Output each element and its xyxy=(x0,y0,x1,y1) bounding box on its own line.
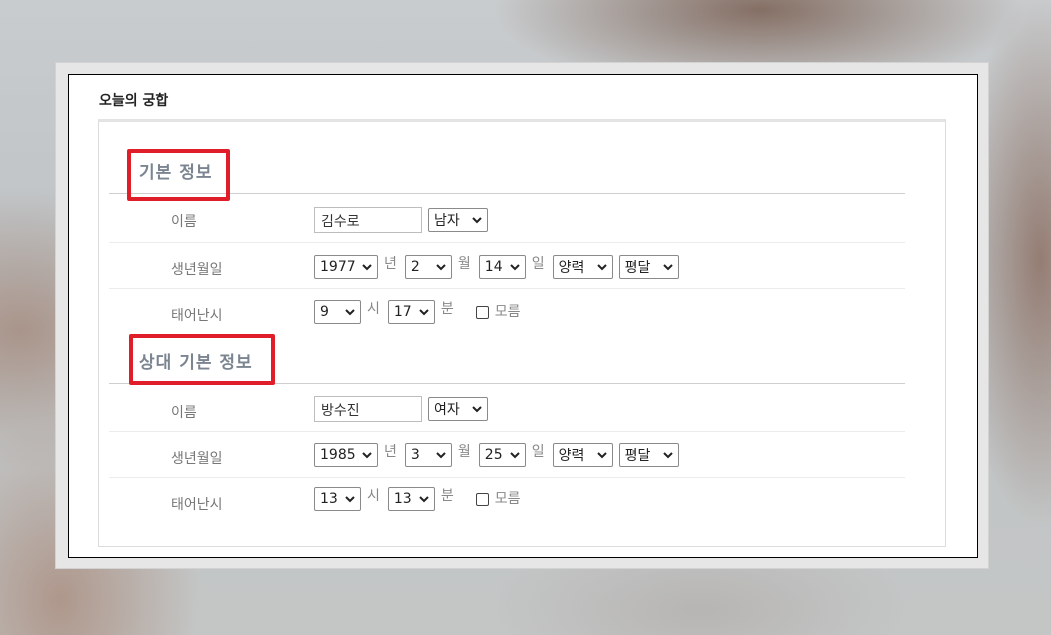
name-label: 이름 xyxy=(171,405,197,421)
chevron-down-icon xyxy=(596,452,607,459)
chevron-down-icon xyxy=(472,217,482,224)
partner-birthdate-row: 생년월일 1985 년 3 월 25 일 양력 평달 xyxy=(109,432,905,478)
year-select[interactable]: 1977 xyxy=(314,255,378,279)
partner-name-input[interactable]: 방수진 xyxy=(314,396,422,422)
day-select[interactable]: 14 xyxy=(478,255,526,279)
birthdate-label: 생년월일 xyxy=(171,262,223,278)
partner-gender-select[interactable]: 여자 xyxy=(428,397,488,421)
highlight-box xyxy=(129,334,275,385)
calendar-value: 양력 xyxy=(558,448,585,464)
my-name-row: 이름 김수로 남자 xyxy=(109,197,905,243)
partner-leap-month-select[interactable]: 평달 xyxy=(618,443,679,467)
partner-calendar-type-select[interactable]: 양력 xyxy=(552,443,613,467)
leap-value: 평달 xyxy=(624,448,651,464)
hour-unit: 시 xyxy=(367,488,380,504)
partner-birthtime-row: 태어난시 13 시 13 분 모름 xyxy=(109,478,905,524)
month-unit: 월 xyxy=(457,444,471,460)
unknown-time-label[interactable]: 모름 xyxy=(495,301,521,321)
year-value: 1977 xyxy=(320,259,356,275)
minute-value: 17 xyxy=(393,304,412,320)
chevron-down-icon xyxy=(419,496,429,503)
day-value: 14 xyxy=(484,259,503,275)
year-unit: 년 xyxy=(384,444,397,460)
month-unit: 월 xyxy=(457,256,471,272)
minute-unit: 분 xyxy=(440,488,454,504)
day-unit: 일 xyxy=(531,256,545,272)
chevron-down-icon xyxy=(345,496,355,503)
year-unit: 년 xyxy=(384,256,397,272)
partner-name-row: 이름 방수진 여자 xyxy=(109,386,905,432)
name-input[interactable]: 김수로 xyxy=(314,207,422,233)
partner-day-select[interactable]: 25 xyxy=(478,443,526,467)
chevron-down-icon xyxy=(510,264,520,271)
compatibility-panel: 오늘의 궁합 기본 정보 이름 김수로 남자 생년월일 1977 년 2 월 1… xyxy=(68,74,978,558)
month-value: 2 xyxy=(410,259,420,275)
month-select[interactable]: 2 xyxy=(404,255,452,279)
chevron-down-icon xyxy=(345,309,355,316)
chevron-down-icon xyxy=(362,264,372,271)
birthtime-label: 태어난시 xyxy=(171,308,223,324)
calendar-type-select[interactable]: 양력 xyxy=(552,255,613,279)
chevron-down-icon xyxy=(662,452,673,459)
hour-unit: 시 xyxy=(367,301,380,317)
unknown-time-checkbox[interactable] xyxy=(475,305,489,319)
year-value: 1985 xyxy=(320,447,356,463)
partner-month-select[interactable]: 3 xyxy=(404,443,452,467)
hour-value: 13 xyxy=(320,491,338,507)
month-value: 3 xyxy=(410,447,420,463)
day-value: 25 xyxy=(484,447,503,463)
gender-select[interactable]: 남자 xyxy=(428,208,488,232)
chevron-down-icon xyxy=(436,452,446,459)
unknown-time-label[interactable]: 모름 xyxy=(495,488,521,508)
partner-hour-select[interactable]: 13 xyxy=(314,487,361,511)
chevron-down-icon xyxy=(472,406,482,413)
hour-value: 9 xyxy=(320,304,329,320)
chevron-down-icon xyxy=(436,264,446,271)
chevron-down-icon xyxy=(419,309,429,316)
minute-value: 13 xyxy=(393,491,412,507)
partner-year-select[interactable]: 1985 xyxy=(314,443,378,467)
gender-value: 남자 xyxy=(434,213,460,229)
birthtime-label: 태어난시 xyxy=(171,497,223,513)
my-birthdate-row: 생년월일 1977 년 2 월 14 일 양력 평달 xyxy=(109,243,905,289)
minute-select[interactable]: 17 xyxy=(387,300,435,324)
name-label: 이름 xyxy=(171,214,197,230)
leap-month-select[interactable]: 평달 xyxy=(618,255,679,279)
highlight-box xyxy=(127,149,230,201)
partner-unknown-time-checkbox[interactable] xyxy=(475,492,489,506)
panel-title: 오늘의 궁합 xyxy=(99,93,169,109)
minute-unit: 분 xyxy=(440,301,454,317)
form-box: 기본 정보 이름 김수로 남자 생년월일 1977 년 2 월 14 일 양력 … xyxy=(98,119,946,547)
calendar-value: 양력 xyxy=(558,260,585,276)
partner-minute-select[interactable]: 13 xyxy=(387,487,435,511)
chevron-down-icon xyxy=(362,452,372,459)
hour-select[interactable]: 9 xyxy=(314,300,361,324)
chevron-down-icon xyxy=(662,264,673,271)
chevron-down-icon xyxy=(596,264,607,271)
chevron-down-icon xyxy=(510,452,520,459)
outer-frame: 오늘의 궁합 기본 정보 이름 김수로 남자 생년월일 1977 년 2 월 1… xyxy=(55,62,989,569)
my-birthtime-row: 태어난시 9 시 17 분 모름 xyxy=(109,289,905,335)
birthdate-label: 생년월일 xyxy=(171,451,223,467)
leap-value: 평달 xyxy=(624,260,651,276)
gender-value: 여자 xyxy=(434,402,460,418)
day-unit: 일 xyxy=(531,444,545,460)
